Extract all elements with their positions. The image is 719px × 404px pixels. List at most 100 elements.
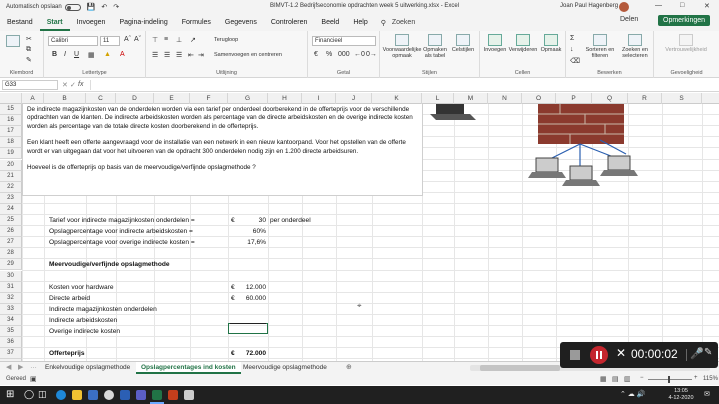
cell-label[interactable]: Tarief voor indirecte magazijnkosten ond…	[49, 215, 195, 226]
maximize-icon[interactable]: □	[680, 2, 684, 9]
zoom-slider[interactable]	[648, 379, 692, 380]
menu-help[interactable]: Help	[346, 14, 374, 31]
font-color-icon[interactable]: A	[120, 51, 125, 58]
explorer-icon[interactable]	[72, 390, 82, 400]
align-top-icon[interactable]: ⊤	[152, 36, 158, 44]
cell-label[interactable]: Directe arbeid	[49, 293, 90, 304]
cell-label[interactable]: Offerteprijs	[49, 348, 85, 359]
user-name[interactable]: Joan Paul Hagenberg	[560, 3, 618, 9]
close-icon[interactable]: ✕	[704, 2, 710, 10]
sheet-tab-opslagpercentages[interactable]: Opslagpercentages ind kosten	[136, 362, 241, 374]
taskbar-time[interactable]: 13:05	[668, 388, 694, 394]
column-header[interactable]: M	[454, 93, 488, 104]
next-sheet-icon[interactable]: ▶	[18, 363, 23, 371]
orientation-icon[interactable]: ↗	[190, 36, 196, 44]
decimal-increase-icon[interactable]: ←0	[354, 51, 365, 58]
row-header[interactable]: 32	[0, 292, 22, 304]
cell-label[interactable]: Meervoudige/verfijnde opslagmethode	[49, 259, 170, 270]
decimal-decrease-icon[interactable]: 0→	[366, 51, 377, 58]
align-right-icon[interactable]: ☰	[176, 51, 182, 59]
indent-increase-icon[interactable]: ⇥	[198, 51, 204, 59]
menu-start[interactable]: Start	[39, 14, 70, 31]
italic-icon[interactable]: I	[64, 51, 66, 58]
tray-icons[interactable]: ⌃ ☁ 🔊	[620, 390, 645, 398]
cell-value[interactable]: 60.000	[228, 293, 266, 304]
row-header[interactable]: 26	[0, 226, 22, 238]
cut-icon[interactable]: ✂	[26, 35, 32, 43]
conditional-format-button[interactable]: Voorwaardelijke opmaak	[382, 34, 422, 59]
row-header[interactable]: 30	[0, 270, 22, 282]
edge-icon[interactable]	[56, 390, 66, 400]
assignment-textbox[interactable]: De indirecte magazijnkosten van de onder…	[22, 104, 423, 196]
column-header[interactable]: N	[488, 93, 522, 104]
avatar[interactable]	[619, 2, 629, 12]
font-name-select[interactable]: Calibri	[48, 36, 98, 46]
row-header[interactable]: 28	[0, 248, 22, 260]
windows-start-icon[interactable]: ⊞	[6, 389, 14, 400]
percent-icon[interactable]: %	[326, 51, 332, 58]
format-cells-button[interactable]: Opmaak	[538, 34, 564, 53]
number-format-select[interactable]: Financieel	[312, 36, 376, 46]
row-header[interactable]: 17	[0, 126, 22, 138]
sensitivity-button[interactable]: Vertrouwelijkheid	[658, 34, 714, 53]
search-taskbar-icon[interactable]: ◯	[24, 389, 34, 400]
menu-formules[interactable]: Formules	[175, 14, 218, 31]
row-header[interactable]: 29	[0, 259, 22, 271]
normal-view-icon[interactable]: ▦	[600, 375, 607, 383]
borders-icon[interactable]: ▦	[88, 51, 95, 59]
column-header[interactable]: E	[154, 93, 190, 104]
align-bottom-icon[interactable]: ⊥	[176, 36, 182, 44]
taskbar-date[interactable]: 4-12-2020	[664, 395, 698, 401]
cell-value[interactable]: 17,6%	[228, 237, 266, 248]
column-header[interactable]: J	[336, 93, 372, 104]
search-input[interactable]: Zoeken	[392, 19, 415, 26]
cell-value[interactable]: 72.000	[228, 348, 266, 359]
chrome-icon[interactable]	[104, 390, 114, 400]
row-header[interactable]: 24	[0, 203, 22, 215]
menu-controleren[interactable]: Controleren	[264, 14, 315, 31]
pause-button[interactable]	[590, 346, 608, 364]
redo-icon[interactable]: ↷	[113, 3, 119, 11]
selected-cell[interactable]	[228, 323, 268, 334]
column-header[interactable]: Q	[592, 93, 628, 104]
menu-bestand[interactable]: Bestand	[0, 14, 40, 31]
menu-invoegen[interactable]: Invoegen	[70, 14, 113, 31]
formula-input[interactable]	[90, 80, 717, 90]
stop-icon[interactable]	[570, 350, 580, 360]
menu-beeld[interactable]: Beeld	[314, 14, 346, 31]
excel-icon[interactable]	[152, 390, 162, 400]
cell-value[interactable]: 30	[228, 215, 266, 226]
zoom-slider-thumb[interactable]	[668, 376, 670, 383]
currency-icon[interactable]: €	[314, 51, 318, 58]
page-break-icon[interactable]: ▥	[624, 375, 631, 383]
cell-value[interactable]: 12.000	[228, 282, 266, 293]
zoom-out-icon[interactable]: −	[640, 375, 644, 381]
grow-font-icon[interactable]: Aˆ	[124, 36, 131, 43]
column-header[interactable]: B	[44, 93, 86, 104]
row-header[interactable]: 23	[0, 192, 22, 204]
minimize-icon[interactable]: —	[655, 2, 662, 9]
worksheet-grid[interactable]: 15 16 17 18 19 20 21 22 23 24 25 26 27 28 29 30 31 32 33 34…	[0, 104, 719, 361]
save-icon[interactable]: 💾	[87, 3, 96, 11]
pen-icon[interactable]: ✎	[704, 347, 712, 358]
add-sheet-icon[interactable]: ⊕	[346, 363, 352, 371]
format-as-table-button[interactable]: Opmaken als tabel	[422, 34, 448, 59]
name-box[interactable]: G33	[2, 80, 58, 90]
confirm-icon[interactable]: ✓	[70, 81, 76, 89]
mail-icon[interactable]	[88, 390, 98, 400]
row-header[interactable]: 21	[0, 170, 22, 182]
column-header[interactable]: G	[228, 93, 268, 104]
merge-center-button[interactable]: Samenvoegen en centreren	[214, 52, 282, 58]
row-header[interactable]: 15	[0, 104, 22, 115]
undo-icon[interactable]: ↶	[101, 3, 107, 11]
find-select-button[interactable]: Zoeken en selecteren	[618, 34, 652, 59]
row-header[interactable]: 20	[0, 159, 22, 171]
menu-pagina-indeling[interactable]: Pagina-indeling	[112, 14, 174, 31]
search-icon[interactable]: ⚲	[381, 19, 386, 27]
column-header[interactable]: F	[190, 93, 228, 104]
delete-cells-button[interactable]: Verwijderen	[508, 34, 538, 53]
row-header[interactable]: 27	[0, 237, 22, 249]
comments-button[interactable]: Opmerkingen	[658, 15, 711, 26]
row-header[interactable]: 33	[0, 303, 22, 315]
align-left-icon[interactable]: ☰	[152, 51, 158, 59]
